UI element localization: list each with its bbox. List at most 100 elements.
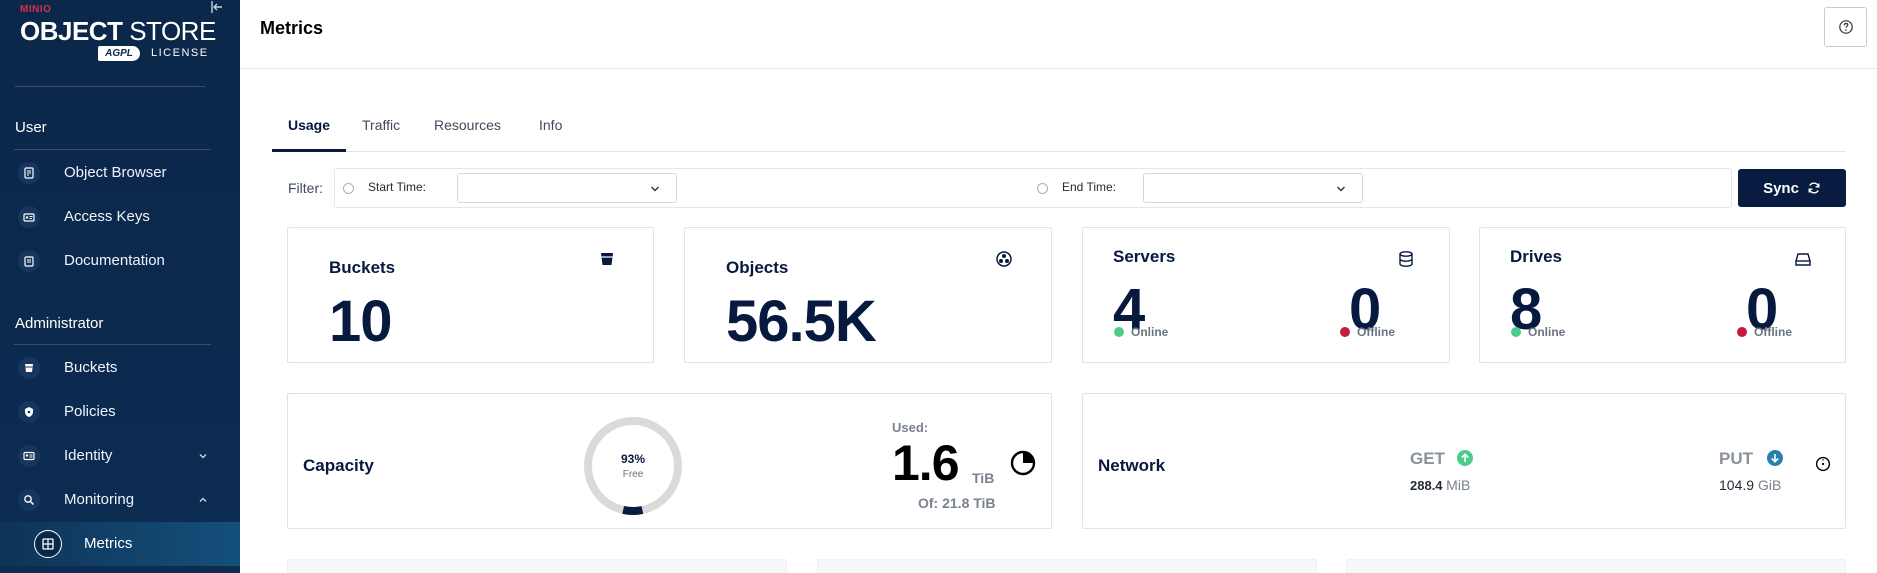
access-keys-icon <box>18 206 40 228</box>
sync-button-label: Sync <box>1763 179 1799 197</box>
objects-icon <box>995 250 1013 268</box>
help-button[interactable] <box>1824 7 1867 47</box>
put-down-arrow-icon <box>1767 450 1783 466</box>
sync-button[interactable]: Sync <box>1738 169 1846 207</box>
network-get-value: 288.4 MiB <box>1410 477 1470 493</box>
sidebar-item-label: Monitoring <box>64 491 135 508</box>
objects-card: Objects 56.5K <box>684 227 1052 363</box>
start-time-select[interactable] <box>457 173 677 203</box>
drive-icon <box>1794 250 1812 268</box>
tab-traffic[interactable]: Traffic <box>346 106 416 152</box>
clock-icon <box>1037 183 1048 194</box>
app-root: MINIO OBJECT STORE AGPL LICENSE User Obj… <box>0 0 1877 573</box>
capacity-used-value: 1.6 <box>892 435 960 491</box>
sidebar-item-buckets[interactable]: Buckets <box>0 346 240 390</box>
policy-icon <box>18 401 40 423</box>
chevron-up-icon[interactable] <box>196 493 210 507</box>
sidebar-divider <box>15 86 205 87</box>
bottom-card-placeholder <box>1346 559 1846 573</box>
sidebar-item-access-keys[interactable]: Access Keys <box>0 195 240 239</box>
identity-icon <box>18 445 40 467</box>
drives-title: Drives <box>1510 247 1562 266</box>
chevron-down-icon[interactable] <box>196 449 210 463</box>
online-status-dot <box>1511 327 1521 337</box>
metrics-icon <box>34 530 62 558</box>
sidebar-divider <box>14 344 211 345</box>
tab-usage[interactable]: Usage <box>272 106 346 152</box>
capacity-total: Of: 21.8 TiB <box>918 495 996 511</box>
capacity-used-label: Used: <box>892 420 929 435</box>
capacity-donut-track <box>584 417 682 515</box>
sidebar-divider <box>14 149 211 150</box>
network-card: Network GET 288.4 MiB PUT 104.9 GiB <box>1082 393 1846 529</box>
page-title: Metrics <box>260 18 324 38</box>
get-value: 288.4 <box>1410 478 1443 493</box>
bucket-icon <box>598 250 616 268</box>
network-put-value: 104.9 GiB <box>1719 477 1781 493</box>
sidebar-item-label: Policies <box>64 403 116 420</box>
filter-label: Filter: <box>288 180 323 196</box>
servers-offline-label: Offline <box>1357 325 1395 339</box>
bottom-card-placeholder <box>287 559 787 573</box>
network-get-label: GET <box>1410 449 1445 468</box>
sidebar-item-label: Documentation <box>64 252 165 269</box>
offline-status-dot <box>1737 327 1747 337</box>
sidebar-section-administrator: Administrator <box>15 315 104 332</box>
sidebar-item-documentation[interactable]: Documentation <box>0 239 240 283</box>
offline-status-dot <box>1340 327 1350 337</box>
online-status-dot <box>1114 327 1124 337</box>
sidebar-item-policies[interactable]: Policies <box>0 390 240 434</box>
sidebar-item-label: Metrics <box>84 535 133 552</box>
clock-icon <box>343 183 354 194</box>
sidebar-item-object-browser[interactable]: Object Browser <box>0 151 240 195</box>
objects-count: 56.5K <box>726 289 877 354</box>
server-icon <box>1397 250 1415 268</box>
servers-card: Servers 4 Online 0 Offline <box>1082 227 1450 363</box>
servers-title: Servers <box>1113 247 1176 266</box>
buckets-card: Buckets 10 <box>287 227 654 363</box>
objects-title: Objects <box>726 258 789 277</box>
sidebar-item-label: Buckets <box>64 359 118 376</box>
capacity-title: Capacity <box>303 456 374 475</box>
get-up-arrow-icon <box>1457 450 1473 466</box>
network-title: Network <box>1098 456 1166 475</box>
drives-online-label: Online <box>1528 325 1566 339</box>
minio-logo[interactable]: MINIO OBJECT STORE AGPL LICENSE <box>20 2 216 64</box>
object-browser-icon <box>18 162 40 184</box>
sidebar-item-monitoring[interactable]: Monitoring <box>0 478 240 522</box>
sidebar-item-identity[interactable]: Identity <box>0 434 240 478</box>
pie-chart-icon <box>1010 450 1036 476</box>
sidebar-item-label: Identity <box>64 447 113 464</box>
sidebar-section-user: User <box>15 119 47 136</box>
collapse-sidebar-icon[interactable] <box>210 0 226 14</box>
get-unit: MiB <box>1446 477 1471 493</box>
logo-product-bold: OBJECT <box>20 16 123 46</box>
put-unit: GiB <box>1757 477 1782 493</box>
capacity-free-label: Free <box>622 469 644 480</box>
monitoring-icon <box>18 489 40 511</box>
tab-resources[interactable]: Resources <box>418 106 517 152</box>
logo-brand: MINIO <box>20 4 52 15</box>
bucket-icon <box>18 357 40 379</box>
info-icon[interactable] <box>1815 456 1831 472</box>
buckets-title: Buckets <box>329 258 396 277</box>
help-icon <box>1838 20 1853 34</box>
capacity-free-percent: 93% <box>620 452 646 466</box>
servers-online-label: Online <box>1131 325 1169 339</box>
sidebar: MINIO OBJECT STORE AGPL LICENSE User Obj… <box>0 0 240 573</box>
sidebar-item-label: Access Keys <box>64 208 150 225</box>
end-time-select[interactable] <box>1143 173 1363 203</box>
drives-card: Drives 8 Online 0 Offline <box>1479 227 1846 363</box>
logo-product-light: STORE <box>129 16 216 46</box>
put-value: 104.9 <box>1719 477 1755 493</box>
chevron-down-icon <box>648 182 662 196</box>
capacity-donut <box>584 417 682 515</box>
documentation-icon <box>18 250 40 272</box>
end-time-label: End Time: <box>1062 180 1117 194</box>
sync-icon <box>1808 182 1820 194</box>
sidebar-item-metrics[interactable]: Metrics <box>0 522 240 566</box>
logo-product: OBJECT STORE <box>20 16 216 47</box>
capacity-card: Capacity 93% Free Used: 1.6 TiB Of: 21.8… <box>287 393 1052 529</box>
filter-bar: Start Time: End Time: <box>334 168 1732 208</box>
tab-info[interactable]: Info <box>523 106 578 152</box>
